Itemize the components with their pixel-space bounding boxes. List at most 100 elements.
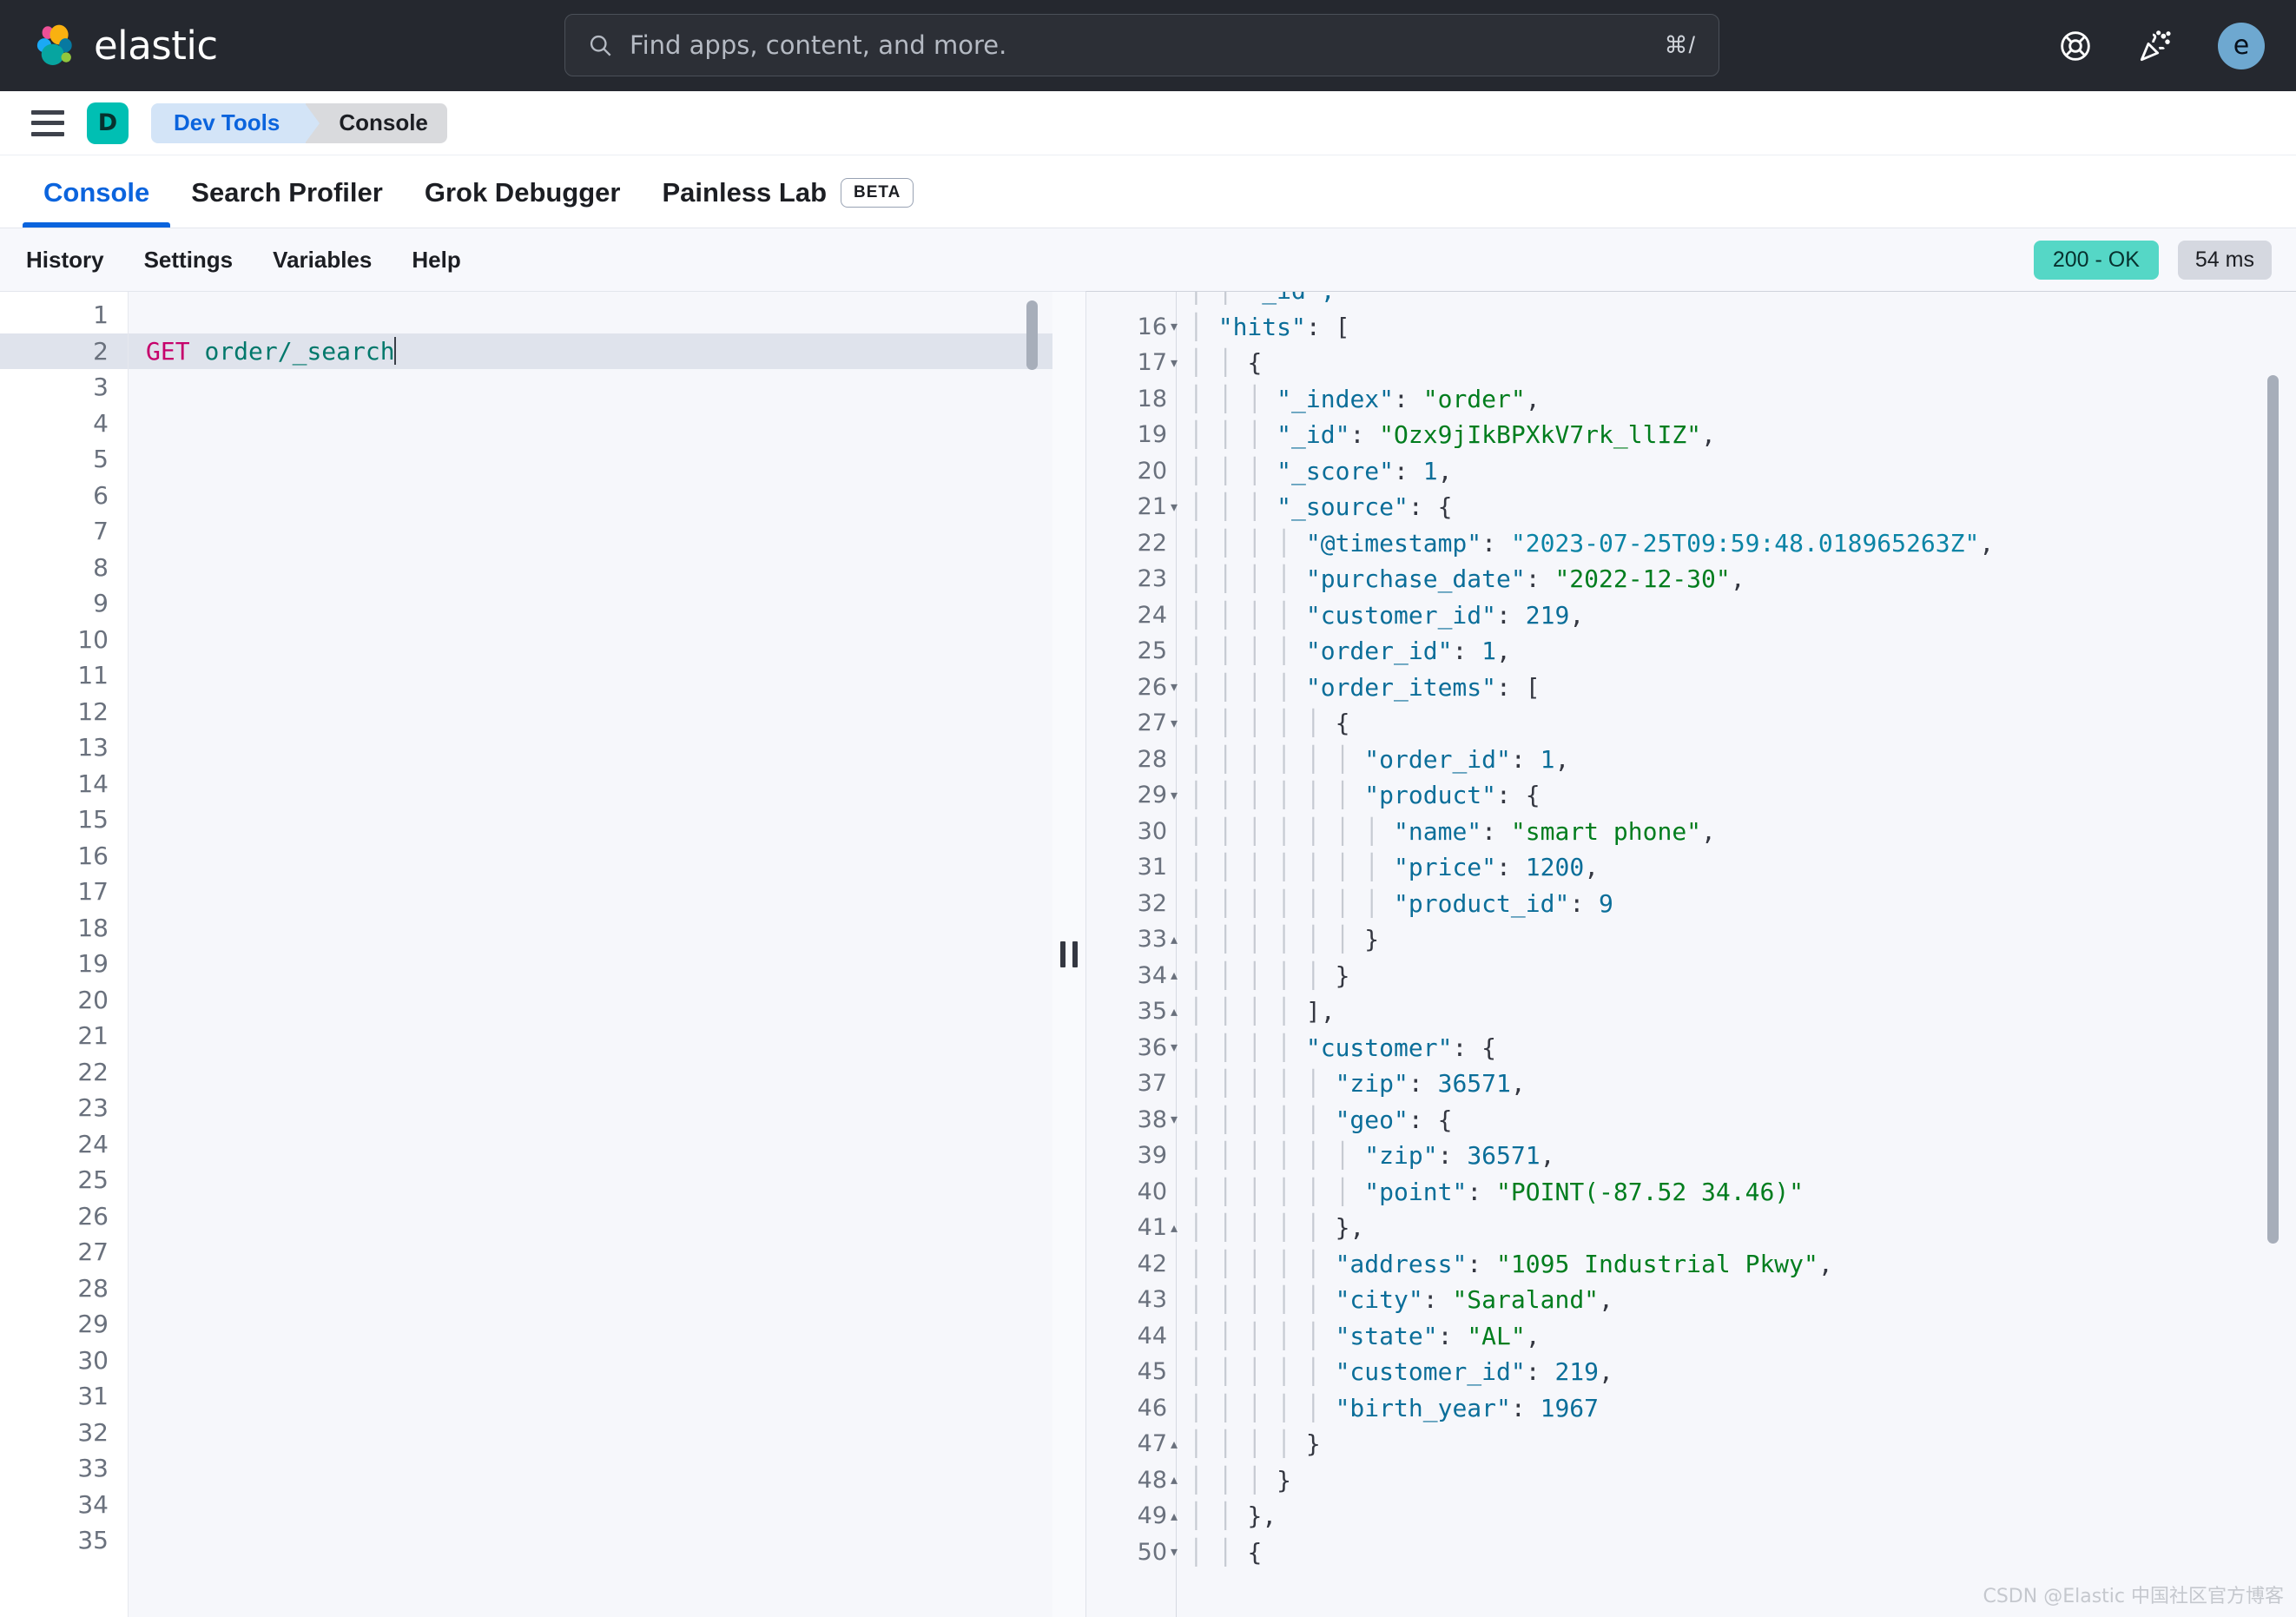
- response-line-number: 19: [1086, 417, 1176, 453]
- request-editor-pane[interactable]: 1234567891011121314151617181920212223242…: [0, 291, 1052, 1617]
- response-line: │ │ │ │ "purchase_date": "2022-12-30",: [1177, 561, 2296, 597]
- response-line: │ │ │ │ "order_id": 1,: [1177, 633, 2296, 670]
- request-line-2[interactable]: GET order/_search: [129, 333, 1052, 370]
- editor-line-number: 12: [0, 694, 128, 730]
- breadcrumb: Dev Tools Console: [151, 103, 447, 143]
- editor-line-number: 16: [0, 838, 128, 874]
- editor-line-number: 27: [0, 1234, 128, 1270]
- response-line-number: 49▴: [1086, 1498, 1176, 1534]
- editor-line-number: 9: [0, 585, 128, 622]
- response-line: │ │ │ │ "@timestamp": "2023-07-25T09:59:…: [1177, 525, 2296, 562]
- response-line: │ "hits": [: [1177, 309, 2296, 346]
- response-line: │ │ │ "_index": "order",: [1177, 381, 2296, 418]
- editor-line-number: 19: [0, 946, 128, 982]
- editor-line-number: 33: [0, 1450, 128, 1487]
- pane-resize-handle[interactable]: [1052, 291, 1085, 1617]
- response-line-number: 23: [1086, 561, 1176, 597]
- global-search-input[interactable]: Find apps, content, and more.: [630, 30, 1646, 60]
- editor-line-number: 23: [0, 1090, 128, 1126]
- tab-search-profiler[interactable]: Search Profiler: [170, 158, 404, 228]
- response-line: │ │ {: [1177, 1534, 2296, 1571]
- response-line: │ │ │ │ │ │ "zip": 36571,: [1177, 1138, 2296, 1174]
- response-line: │ │ │ │ │ },: [1177, 1210, 2296, 1246]
- response-line-number: [1086, 291, 1176, 309]
- request-line-1: [129, 297, 1052, 333]
- editor-line-number: 4: [0, 406, 128, 442]
- text-caret: [394, 337, 396, 365]
- response-line: │ │ │ │ │ {: [1177, 705, 2296, 742]
- editor-line-number: 3: [0, 369, 128, 406]
- response-line-number: 48▴: [1086, 1462, 1176, 1499]
- history-button[interactable]: History: [26, 247, 104, 274]
- settings-button[interactable]: Settings: [144, 247, 234, 274]
- editor-line-number: 17: [0, 874, 128, 910]
- response-line-number: 22: [1086, 525, 1176, 562]
- watermark: CSDN @Elastic 中国社区官方博客: [1983, 1581, 2284, 1608]
- duration-badge: 54 ms: [2178, 241, 2272, 280]
- breadcrumb-item-dev-tools[interactable]: Dev Tools: [151, 103, 306, 143]
- response-line-number: 42: [1086, 1246, 1176, 1283]
- tab-grok-debugger[interactable]: Grok Debugger: [404, 158, 642, 228]
- response-line-number: 26▾: [1086, 670, 1176, 706]
- response-pane[interactable]: 16▾17▾18192021▾2223242526▾27▾2829▾303132…: [1085, 291, 2296, 1617]
- response-line-number: 44: [1086, 1318, 1176, 1355]
- response-line: │ │ │ "_id": "Ozx9jIkBPXkV7rk_llIZ",: [1177, 417, 2296, 453]
- response-line-partial: │ │ "_id",: [1177, 292, 2296, 309]
- response-line: │ │ │ │ │ │ │ "product_id": 9: [1177, 886, 2296, 922]
- editor-line-number: 20: [0, 982, 128, 1019]
- editor-line-number: 15: [0, 802, 128, 838]
- response-line-number: 30: [1086, 814, 1176, 850]
- request-path: order/_search: [204, 337, 394, 366]
- breadcrumb-item-console[interactable]: Console: [306, 103, 447, 143]
- tab-painless-lab-label: Painless Lab: [663, 177, 828, 208]
- response-json[interactable]: │ │ "_id",│ "hits": [ │ │ { │ │ │ "_index"…: [1177, 292, 2296, 1617]
- resize-grip-icon: [1060, 941, 1078, 967]
- tab-console[interactable]: Console: [23, 158, 170, 228]
- response-line: │ │ │ │ │ "state": "AL",: [1177, 1318, 2296, 1355]
- editor-line-number: 35: [0, 1522, 128, 1559]
- response-line: │ │ │ │ │ "customer_id": 219,: [1177, 1354, 2296, 1390]
- editor-line-number: 25: [0, 1162, 128, 1198]
- status-badge: 200 - OK: [2034, 241, 2159, 280]
- elastic-brand[interactable]: elastic: [33, 23, 218, 69]
- hamburger-menu-icon[interactable]: [31, 110, 64, 136]
- response-line: │ │ │ │ │ "address": "1095 Industrial Pk…: [1177, 1246, 2296, 1283]
- user-avatar[interactable]: e: [2218, 23, 2265, 69]
- search-shortcut-hint: ⌘/: [1664, 32, 1696, 59]
- response-line-number: 38▾: [1086, 1102, 1176, 1138]
- response-line-number: 25: [1086, 633, 1176, 670]
- response-line: │ │ │ │ "customer": {: [1177, 1030, 2296, 1066]
- response-line: │ │ │ │ }: [1177, 1426, 2296, 1462]
- editor-line-number: 6: [0, 478, 128, 514]
- response-line-number: 31: [1086, 849, 1176, 886]
- response-line: │ │ │ │ │ │ "product": {: [1177, 777, 2296, 814]
- response-line-number: 33▴: [1086, 921, 1176, 958]
- request-editor-code[interactable]: GET order/_search: [129, 292, 1052, 1617]
- editor-line-number: 11: [0, 657, 128, 694]
- help-button[interactable]: Help: [412, 247, 460, 274]
- response-line: │ │ │ │ │ │ "point": "POINT(-87.52 34.46…: [1177, 1174, 2296, 1211]
- console-toolbar: History Settings Variables Help 200 - OK…: [0, 228, 2296, 291]
- global-search-box[interactable]: Find apps, content, and more. ⌘/: [564, 14, 1719, 76]
- response-line: │ │ │ │ │ "geo": {: [1177, 1102, 2296, 1138]
- response-scrollbar[interactable]: [2267, 375, 2279, 1244]
- tab-painless-lab[interactable]: Painless Lab BETA: [642, 158, 935, 228]
- response-line: │ │ │ │ │ │ "order_id": 1,: [1177, 742, 2296, 778]
- editor-line-number: 8: [0, 550, 128, 586]
- response-line-number: 43: [1086, 1282, 1176, 1318]
- help-lifebuoy-icon[interactable]: [2058, 29, 2093, 63]
- space-avatar[interactable]: D: [87, 102, 129, 144]
- request-editor-scrollbar[interactable]: [1026, 300, 1038, 370]
- editor-line-number: 22: [0, 1054, 128, 1091]
- breadcrumb-bar: D Dev Tools Console: [0, 91, 2296, 155]
- whats-new-confetti-icon[interactable]: [2138, 29, 2173, 63]
- response-line: │ │ │ }: [1177, 1462, 2296, 1499]
- response-line: │ │ │ │ │ │ │ "price": 1200,: [1177, 849, 2296, 886]
- console-split-panes: 1234567891011121314151617181920212223242…: [0, 291, 2296, 1617]
- tab-search-profiler-label: Search Profiler: [191, 177, 383, 208]
- response-line-number: 45: [1086, 1354, 1176, 1390]
- global-search[interactable]: Find apps, content, and more. ⌘/: [564, 14, 1719, 76]
- response-line-number: 34▴: [1086, 958, 1176, 994]
- editor-line-number: 18: [0, 910, 128, 947]
- variables-button[interactable]: Variables: [273, 247, 372, 274]
